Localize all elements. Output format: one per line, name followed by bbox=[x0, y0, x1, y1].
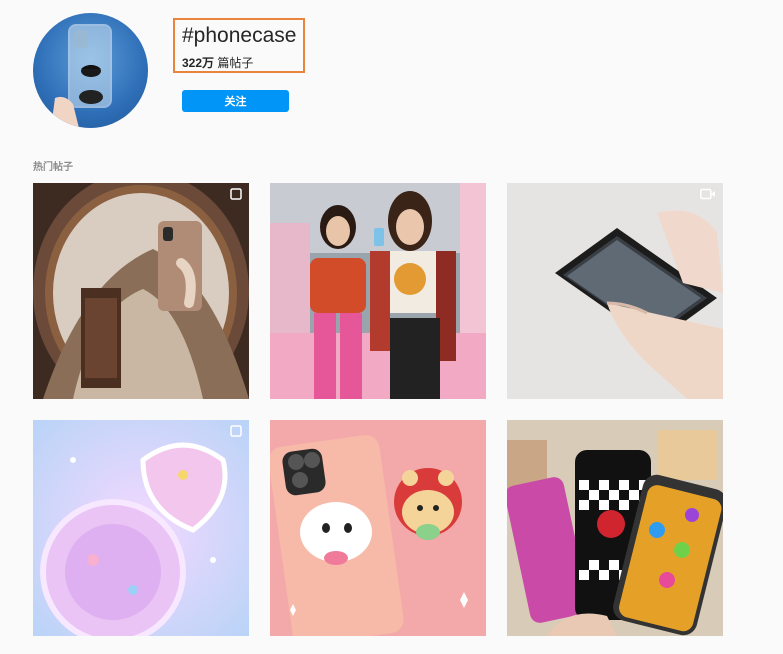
multi-post-icon bbox=[230, 425, 242, 437]
hashtag-avatar bbox=[33, 13, 148, 128]
follow-button[interactable]: 关注 bbox=[182, 90, 289, 112]
post-count-suffix: 篇帖子 bbox=[214, 56, 254, 70]
post-tile[interactable] bbox=[270, 420, 486, 636]
post-count: 322万 篇帖子 bbox=[182, 54, 253, 71]
multi-post-icon bbox=[230, 188, 242, 200]
post-count-number: 322万 bbox=[182, 56, 215, 70]
post-tile[interactable] bbox=[507, 420, 723, 636]
post-tile[interactable] bbox=[270, 183, 486, 399]
post-tile[interactable] bbox=[507, 183, 723, 399]
hashtag-title: #phonecase bbox=[182, 24, 297, 47]
video-icon bbox=[700, 188, 716, 200]
post-tile[interactable] bbox=[33, 183, 249, 399]
post-tile[interactable] bbox=[33, 420, 249, 636]
section-title-top-posts: 热门帖子 bbox=[33, 162, 73, 173]
